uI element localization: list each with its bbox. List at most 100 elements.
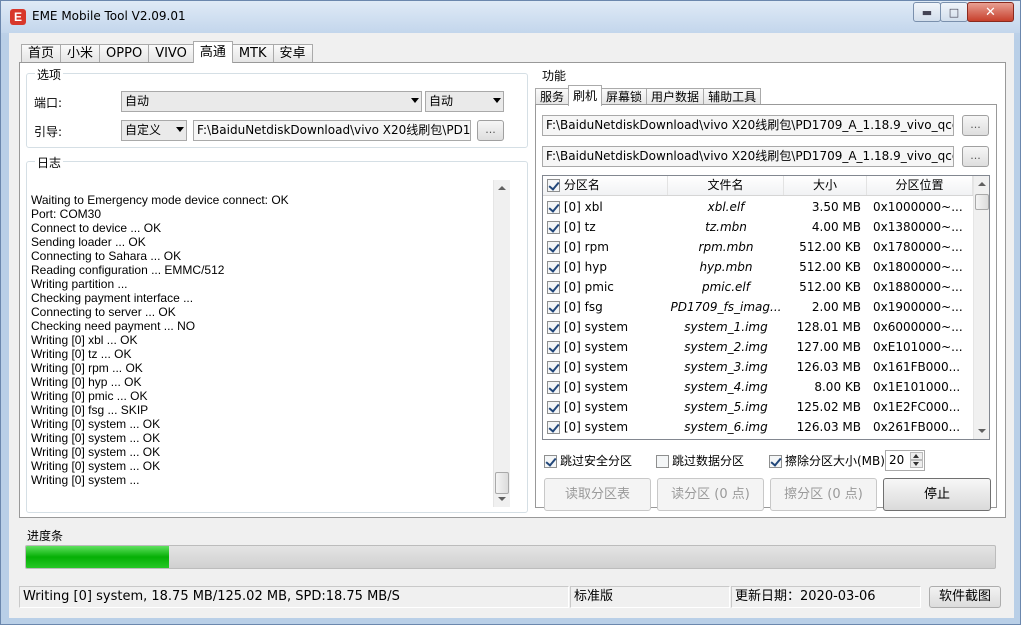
table-row[interactable]: [0] xbl xbl.elf 3.50 MB 0x1000000~...	[543, 197, 973, 217]
stepper-up-icon[interactable]	[910, 452, 923, 460]
stepper-buttons[interactable]	[910, 452, 923, 469]
row-pos: 0x1900000~...	[873, 300, 963, 314]
table-row[interactable]: [0] system system_1.img 128.01 MB 0x6000…	[543, 317, 973, 337]
table-row[interactable]: [0] rpm rpm.mbn 512.00 KB 0x1780000~...	[543, 237, 973, 257]
row-checkbox[interactable]	[547, 281, 560, 294]
screenshot-button[interactable]: 软件截图	[929, 586, 1001, 608]
tab-oppo[interactable]: OPPO	[99, 44, 150, 63]
row-name: [0] system	[563, 320, 629, 334]
minimize-icon[interactable]: ▬	[913, 2, 941, 22]
row-checkbox[interactable]	[547, 341, 560, 354]
log-line: Writing [0] tz ... OK	[31, 347, 132, 361]
stop-button[interactable]: 停止	[883, 478, 991, 511]
firmware-path-2-input[interactable]: F:\BaiduNetdiskDownload\vivo X20线刷包\PD17…	[542, 146, 954, 167]
log-line: Sending loader ... OK	[31, 235, 146, 249]
title-bar[interactable]: E EME Mobile Tool V2.09.01 ▬ □ ✕	[1, 1, 1020, 33]
table-row[interactable]: [0] system system_6.img 126.03 MB 0x261F…	[543, 417, 973, 437]
row-checkbox[interactable]	[547, 301, 560, 314]
close-icon[interactable]: ✕	[967, 2, 1014, 22]
col-partition-name[interactable]: 分区名	[543, 176, 668, 195]
row-checkbox[interactable]	[547, 361, 560, 374]
row-pos: 0x1E2FC000...	[873, 400, 961, 414]
log-line: Writing partition ...	[31, 277, 128, 291]
tab-home[interactable]: 首页	[21, 44, 62, 63]
row-file: system_3.img	[684, 360, 768, 374]
firmware-browse-1-button[interactable]: ...	[962, 115, 989, 136]
scroll-down-icon[interactable]	[498, 497, 506, 501]
log-line: Writing [0] system ...	[31, 473, 140, 487]
col-position[interactable]: 分区位置	[867, 176, 973, 195]
tab-mtk[interactable]: MTK	[231, 44, 274, 63]
row-pos: 0x161FB000...	[873, 360, 961, 374]
row-checkbox[interactable]	[547, 401, 560, 414]
skip-secure-check-icon[interactable]	[544, 454, 557, 468]
select-all-checkbox[interactable]	[547, 179, 560, 192]
loader-path-input[interactable]: F:\BaiduNetdiskDownload\vivo X20线刷包\PD17…	[193, 120, 471, 141]
maximize-icon[interactable]: □	[940, 2, 968, 22]
firmware-path-1-input[interactable]: F:\BaiduNetdiskDownload\vivo X20线刷包\PD17…	[542, 115, 954, 136]
scroll-down-icon[interactable]	[978, 429, 986, 433]
erase-size-check-icon[interactable]	[769, 454, 782, 468]
row-checkbox[interactable]	[547, 381, 560, 394]
loader-label: 引导:	[34, 125, 63, 139]
tab-vivo[interactable]: VIVO	[148, 44, 194, 63]
scroll-up-icon[interactable]	[498, 186, 506, 190]
partition-table-header: 分区名 文件名 大小 分区位置	[543, 176, 973, 196]
erase-size-checkbox[interactable]: 擦除分区大小(MB)	[769, 454, 885, 468]
read-partition-table-button[interactable]: 读取分区表	[544, 478, 651, 511]
log-line: Writing [0] system ... OK	[31, 445, 161, 459]
loader-mode-select[interactable]: 自定义	[121, 120, 187, 141]
log-line: Checking need payment ... NO	[31, 319, 196, 333]
row-checkbox[interactable]	[547, 241, 560, 254]
tab-android[interactable]: 安卓	[272, 44, 313, 63]
tab-flash[interactable]: 刷机	[568, 85, 603, 106]
tab-qualcomm[interactable]: 高通	[192, 41, 233, 63]
partition-scrollbar[interactable]	[973, 176, 989, 439]
table-row[interactable]: [0] system system_4.img 8.00 KB 0x1E1010…	[543, 377, 973, 397]
row-file: system_4.img	[684, 380, 768, 394]
partition-scroll-thumb[interactable]	[975, 194, 989, 210]
loader-browse-button[interactable]: ...	[477, 120, 504, 141]
stepper-down-icon[interactable]	[910, 460, 923, 468]
loader-mode-value: 自定义	[125, 123, 162, 137]
row-pos: 0x1000000~...	[873, 200, 963, 214]
scroll-up-icon[interactable]	[978, 182, 986, 186]
row-checkbox[interactable]	[547, 321, 560, 334]
col-file-name[interactable]: 文件名	[668, 176, 784, 195]
log-line: Writing [0] hyp ... OK	[31, 375, 142, 389]
table-row[interactable]: [0] system system_5.img 125.02 MB 0x1E2F…	[543, 397, 973, 417]
row-checkbox[interactable]	[547, 201, 560, 214]
col-size[interactable]: 大小	[784, 176, 867, 195]
port-select[interactable]: 自动	[121, 91, 422, 112]
row-checkbox[interactable]	[547, 421, 560, 434]
table-row[interactable]: [0] system system_2.img 127.00 MB 0xE101…	[543, 337, 973, 357]
table-row[interactable]: [0] fsg PD1709_fs_imag... 2.00 MB 0x1900…	[543, 297, 973, 317]
status-bar: Writing [0] system, 18.75 MB/125.02 MB, …	[9, 586, 1014, 610]
table-row[interactable]: [0] system system_3.img 126.03 MB 0x161F…	[543, 357, 973, 377]
table-row[interactable]: [0] tz tz.mbn 4.00 MB 0x1380000~...	[543, 217, 973, 237]
table-row[interactable]: [0] pmic pmic.elf 512.00 KB 0x1880000~..…	[543, 277, 973, 297]
skip-data-checkbox[interactable]: 跳过数据分区	[656, 454, 744, 468]
table-row[interactable]: [0] hyp hyp.mbn 512.00 KB 0x1800000~...	[543, 257, 973, 277]
tab-xiaomi[interactable]: 小米	[60, 44, 101, 63]
erase-partition-button[interactable]: 擦分区 (0 点)	[770, 478, 877, 511]
row-checkbox[interactable]	[547, 221, 560, 234]
port-mode-value: 自动	[429, 94, 454, 108]
read-partition-button[interactable]: 读分区 (0 点)	[657, 478, 764, 511]
log-scroll-thumb[interactable]	[495, 472, 509, 494]
erase-size-stepper[interactable]: 20	[885, 450, 925, 471]
status-edition: 标准版	[570, 586, 730, 608]
flash-tab-page: F:\BaiduNetdiskDownload\vivo X20线刷包\PD17…	[535, 104, 997, 511]
log-line: Writing [0] system ... OK	[31, 417, 161, 431]
skip-secure-checkbox[interactable]: 跳过安全分区	[544, 454, 632, 468]
firmware-browse-2-button[interactable]: ...	[962, 146, 989, 167]
status-update-date: 更新日期：2020-03-06	[731, 586, 921, 608]
row-name: [0] system	[563, 420, 629, 434]
log-scrollbar[interactable]	[493, 180, 510, 507]
row-checkbox[interactable]	[547, 261, 560, 274]
functions-group: 功能 服务 刷机 屏幕锁 用户数据 辅助工具 F:\BaiduNetdiskDo…	[535, 67, 1000, 519]
port-mode-select[interactable]: 自动	[425, 91, 504, 112]
log-line: Writing [0] system ... OK	[31, 459, 161, 473]
skip-data-check-icon[interactable]	[656, 454, 669, 468]
row-file: PD1709_fs_imag...	[670, 300, 782, 314]
